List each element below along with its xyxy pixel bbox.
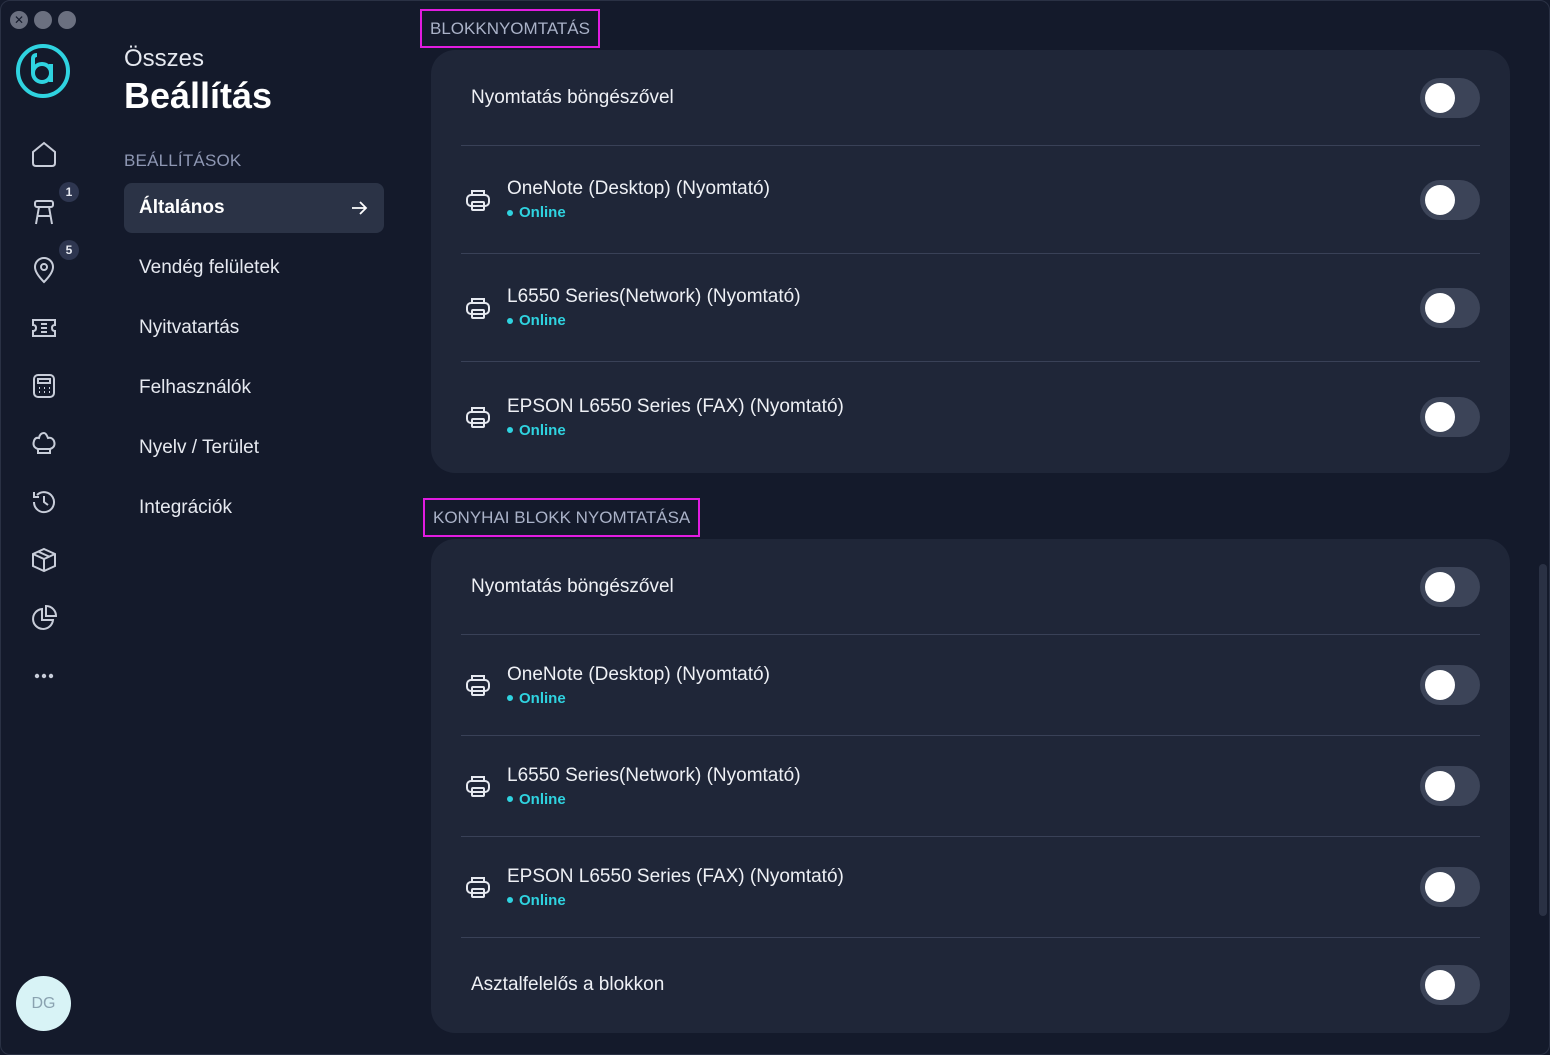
receipt-printer-row: EPSON L6550 Series (FAX) (Nyomtató) Onli… bbox=[461, 362, 1480, 472]
page-subtitle: Összes bbox=[124, 45, 205, 72]
browser-print-label: Nyomtatás böngészővel bbox=[471, 575, 674, 597]
app-window: ✕ 1 5 DG Összes Beállítás BEÁLLÍTÁSOK Ál… bbox=[0, 0, 1550, 1055]
nav-section-label: BEÁLLÍTÁSOK bbox=[124, 151, 242, 170]
content-scrollbar[interactable] bbox=[1539, 564, 1547, 916]
receipt-printer-toggle[interactable] bbox=[1420, 179, 1480, 220]
pie-chart-icon[interactable] bbox=[27, 601, 61, 635]
stool-badge: 1 bbox=[59, 182, 79, 202]
nav-item-label: Vendég felületek bbox=[139, 257, 280, 278]
history-icon[interactable] bbox=[27, 485, 61, 519]
printer-icon bbox=[466, 776, 490, 797]
icon-rail: 1 5 DG bbox=[1, 1, 87, 1054]
nav-item-opening-hours[interactable]: Nyitvatartás bbox=[124, 303, 384, 353]
nav-item-general[interactable]: Általános bbox=[124, 183, 384, 233]
app-logo-icon[interactable] bbox=[15, 43, 71, 99]
printer-name: L6550 Series(Network) (Nyomtató) bbox=[507, 764, 801, 786]
printer-icon bbox=[466, 407, 490, 428]
printer-status: Online bbox=[507, 892, 844, 909]
kitchen-printer-row: L6550 Series(Network) (Nyomtató) Online bbox=[461, 736, 1480, 837]
kitchen-printer-toggle[interactable] bbox=[1420, 766, 1480, 806]
printer-name: OneNote (Desktop) (Nyomtató) bbox=[507, 178, 770, 199]
nav-item-integrations[interactable]: Integrációk bbox=[124, 483, 384, 533]
location-badge: 5 bbox=[59, 240, 79, 260]
location-pin-icon[interactable] bbox=[27, 253, 61, 287]
printer-name: EPSON L6550 Series (FAX) (Nyomtató) bbox=[507, 395, 844, 417]
kitchen-printer-row: OneNote (Desktop) (Nyomtató) Online bbox=[461, 635, 1480, 736]
arrow-right-icon bbox=[352, 201, 368, 215]
nav-item-label: Integrációk bbox=[139, 497, 232, 518]
kitchen-printer-toggle[interactable] bbox=[1420, 665, 1480, 705]
kitchen-browser-print-toggle[interactable] bbox=[1420, 566, 1480, 607]
receipt-section-label: BLOKKNYOMTATÁS bbox=[420, 9, 600, 48]
printer-name: EPSON L6550 Series (FAX) (Nyomtató) bbox=[507, 865, 844, 887]
printer-status: Online bbox=[507, 791, 801, 808]
printer-icon bbox=[466, 189, 490, 211]
kitchen-printer-toggle[interactable] bbox=[1420, 867, 1480, 907]
printer-icon bbox=[466, 675, 490, 696]
waiter-on-receipt-row: Asztalfelelős a blokkon bbox=[461, 938, 1480, 1032]
receipt-printing-card: Nyomtatás böngészővel OneNote (Desktop) … bbox=[431, 50, 1510, 473]
printer-status: Online bbox=[507, 204, 770, 221]
browser-print-label: Nyomtatás böngészővel bbox=[471, 86, 674, 108]
kitchen-browser-print-row: Nyomtatás böngészővel bbox=[461, 539, 1480, 635]
printer-status: Online bbox=[507, 690, 770, 707]
receipt-printer-row: L6550 Series(Network) (Nyomtató) Online bbox=[461, 254, 1480, 362]
page-title: Beállítás bbox=[124, 75, 273, 116]
printer-name: L6550 Series(Network) (Nyomtató) bbox=[507, 286, 801, 307]
receipt-printer-toggle[interactable] bbox=[1420, 287, 1480, 328]
kitchen-printing-card: Nyomtatás böngészővel OneNote (Desktop) … bbox=[431, 539, 1510, 1033]
nav-item-label: Nyelv / Terület bbox=[139, 437, 260, 458]
printer-icon bbox=[466, 877, 490, 898]
chef-hat-icon[interactable] bbox=[27, 427, 61, 461]
waiter-on-receipt-toggle[interactable] bbox=[1420, 965, 1480, 1005]
nav-item-guest-interfaces[interactable]: Vendég felületek bbox=[124, 243, 384, 293]
receipt-printer-toggle[interactable] bbox=[1420, 397, 1480, 437]
stool-icon[interactable] bbox=[27, 195, 61, 229]
calculator-icon[interactable] bbox=[27, 369, 61, 403]
printer-status: Online bbox=[507, 422, 844, 439]
nav-item-users[interactable]: Felhasználók bbox=[124, 363, 384, 413]
receipt-browser-print-toggle[interactable] bbox=[1420, 77, 1480, 118]
nav-item-label: Nyitvatartás bbox=[139, 317, 240, 338]
box-icon[interactable] bbox=[27, 543, 61, 577]
nav-item-label: Felhasználók bbox=[139, 377, 251, 398]
receipt-printer-row: OneNote (Desktop) (Nyomtató) Online bbox=[461, 146, 1480, 254]
receipt-browser-print-row: Nyomtatás böngészővel bbox=[461, 50, 1480, 146]
user-avatar[interactable]: DG bbox=[16, 976, 71, 1031]
nav-item-label: Általános bbox=[139, 197, 225, 218]
kitchen-printer-row: EPSON L6550 Series (FAX) (Nyomtató) Onli… bbox=[461, 837, 1480, 938]
printer-icon bbox=[466, 297, 490, 319]
printer-name: OneNote (Desktop) (Nyomtató) bbox=[507, 663, 770, 685]
more-icon[interactable] bbox=[27, 659, 61, 693]
home-icon[interactable] bbox=[27, 137, 61, 171]
printer-status: Online bbox=[507, 312, 801, 329]
settings-nav: Összes Beállítás BEÁLLÍTÁSOK Általános V… bbox=[124, 41, 384, 533]
nav-item-language-region[interactable]: Nyelv / Terület bbox=[124, 423, 384, 473]
kitchen-section-label: KONYHAI BLOKK NYOMTATÁSA bbox=[423, 498, 701, 537]
waiter-on-receipt-label: Asztalfelelős a blokkon bbox=[471, 974, 665, 995]
ticket-icon[interactable] bbox=[27, 311, 61, 345]
